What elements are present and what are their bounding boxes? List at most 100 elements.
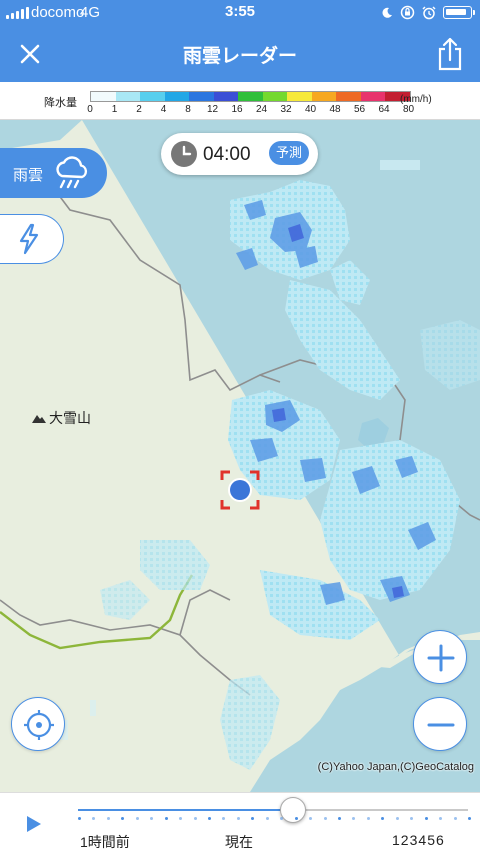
timeline-dot bbox=[208, 817, 211, 820]
legend-swatch bbox=[164, 92, 189, 101]
timeline-dot bbox=[106, 817, 110, 820]
forecast-time-pill[interactable]: 04:00 予測 bbox=[161, 133, 318, 175]
timeline-dot bbox=[381, 817, 385, 820]
timeline-dot bbox=[251, 817, 255, 820]
timeline-dot bbox=[410, 817, 414, 820]
mountain-marker: 大雪山 bbox=[32, 408, 91, 428]
timeline-dot bbox=[323, 817, 327, 820]
map-canvas bbox=[0, 120, 480, 792]
rain-layer-button[interactable]: 雨雲 bbox=[0, 148, 107, 198]
legend-swatch bbox=[311, 92, 336, 101]
forecast-time: 04:00 bbox=[203, 144, 251, 165]
timeline-hour-label: 1 bbox=[392, 832, 401, 848]
timeline-dot bbox=[395, 817, 399, 820]
share-icon[interactable] bbox=[434, 36, 466, 72]
legend-unit: (mm/h) bbox=[400, 94, 432, 105]
zoom-in-button[interactable] bbox=[413, 630, 467, 684]
timeline-dot bbox=[121, 817, 125, 820]
place-label: 大雪山 bbox=[49, 410, 91, 426]
timeline-dot bbox=[179, 817, 183, 820]
orientation-lock-icon bbox=[400, 5, 415, 20]
header: 雨雲レーダー bbox=[0, 26, 480, 82]
timeline-dot bbox=[236, 817, 240, 820]
legend-tick: 4 bbox=[160, 104, 167, 115]
precipitation-legend: 降水量 0 1 2 4 8 12 16 24 32 40 48 56 64 80 (mm/h) bbox=[0, 82, 480, 120]
page-title: 雨雲レーダー bbox=[182, 46, 297, 67]
timeline-dot bbox=[352, 817, 356, 820]
locate-me-button[interactable] bbox=[11, 697, 65, 751]
map-credit: (C)Yahoo Japan,(C)GeoCatalog bbox=[317, 761, 474, 773]
legend-color-scale bbox=[90, 91, 411, 102]
timeline-hour-label: 6 bbox=[435, 832, 445, 848]
timeline-hour-label: 4 bbox=[418, 832, 428, 848]
legend-tick: 56 bbox=[353, 104, 366, 115]
legend-swatch bbox=[189, 92, 214, 101]
minus-icon bbox=[427, 723, 455, 727]
legend-swatch bbox=[287, 92, 312, 101]
top-bar: docomo 4G 3:55 雨雲レーダー bbox=[0, 0, 480, 82]
legend-swatch bbox=[91, 92, 116, 101]
legend-swatch bbox=[213, 92, 238, 101]
legend-swatch bbox=[238, 92, 263, 101]
timeline-dot bbox=[78, 817, 81, 820]
play-icon[interactable] bbox=[22, 813, 44, 835]
timeline-dot bbox=[468, 817, 471, 820]
legend-swatch bbox=[140, 92, 165, 101]
clock-icon bbox=[171, 141, 197, 167]
alarm-icon bbox=[422, 5, 436, 19]
legend-swatch bbox=[360, 92, 385, 101]
rain-cloud-icon bbox=[56, 156, 88, 189]
timeline-bar: 1時間前 現在 123456 bbox=[0, 792, 480, 855]
legend-tick: 2 bbox=[136, 104, 142, 115]
moon-icon bbox=[382, 7, 392, 18]
timeline-step-dots bbox=[78, 817, 471, 821]
timeline-hour-labels: 123456 bbox=[392, 832, 445, 848]
legend-tick: 64 bbox=[378, 104, 390, 115]
plus-icon bbox=[427, 644, 455, 672]
timeline-dot bbox=[193, 817, 197, 820]
crosshair-icon bbox=[24, 710, 54, 740]
legend-label: 降水量 bbox=[44, 97, 77, 109]
timeline-label-past: 1時間前 bbox=[80, 834, 130, 850]
timeline-hour-label: 2 bbox=[400, 832, 410, 848]
legend-swatch bbox=[336, 92, 361, 101]
mountain-icon bbox=[32, 415, 46, 423]
legend-swatch bbox=[115, 92, 140, 101]
timeline-dot bbox=[280, 817, 284, 820]
current-location-marker[interactable] bbox=[220, 470, 260, 510]
timeline-dot bbox=[265, 817, 269, 820]
legend-tick: 0 bbox=[87, 104, 93, 115]
timeline-dot bbox=[150, 817, 154, 820]
legend-tick: 24 bbox=[255, 104, 268, 115]
timeline-dot bbox=[164, 817, 168, 820]
legend-tick: 8 bbox=[185, 104, 191, 115]
radar-map[interactable] bbox=[0, 120, 480, 792]
legend-tick: 48 bbox=[329, 104, 341, 115]
timeline-track[interactable] bbox=[78, 797, 468, 823]
status-bar: docomo 4G 3:55 bbox=[0, 0, 480, 26]
timeline-dot bbox=[294, 817, 298, 820]
timeline-dot bbox=[92, 817, 96, 820]
lightning-layer-button[interactable] bbox=[0, 214, 64, 264]
legend-tick: 40 bbox=[304, 104, 317, 115]
legend-tick: 80 bbox=[402, 104, 415, 115]
timeline-dot bbox=[424, 817, 428, 820]
zoom-out-button[interactable] bbox=[413, 697, 467, 751]
legend-tick: 16 bbox=[231, 104, 243, 115]
timeline-dot bbox=[135, 817, 139, 820]
timeline-hour-label: 5 bbox=[427, 832, 436, 848]
timeline-dot bbox=[338, 817, 341, 820]
rain-layer-label: 雨雲 bbox=[13, 167, 44, 184]
timeline-progress bbox=[78, 809, 293, 811]
timeline-dot bbox=[222, 817, 226, 820]
forecast-badge: 予測 bbox=[269, 141, 309, 165]
legend-swatch bbox=[262, 92, 287, 101]
timeline-label-now: 現在 bbox=[225, 834, 253, 850]
timeline-dot bbox=[453, 817, 457, 820]
timeline-dot bbox=[366, 817, 370, 820]
battery-icon bbox=[443, 6, 475, 19]
timeline-dot bbox=[309, 817, 313, 820]
legend-tick: 32 bbox=[280, 104, 292, 115]
legend-tick: 12 bbox=[206, 104, 219, 115]
legend-tick: 1 bbox=[111, 104, 118, 115]
